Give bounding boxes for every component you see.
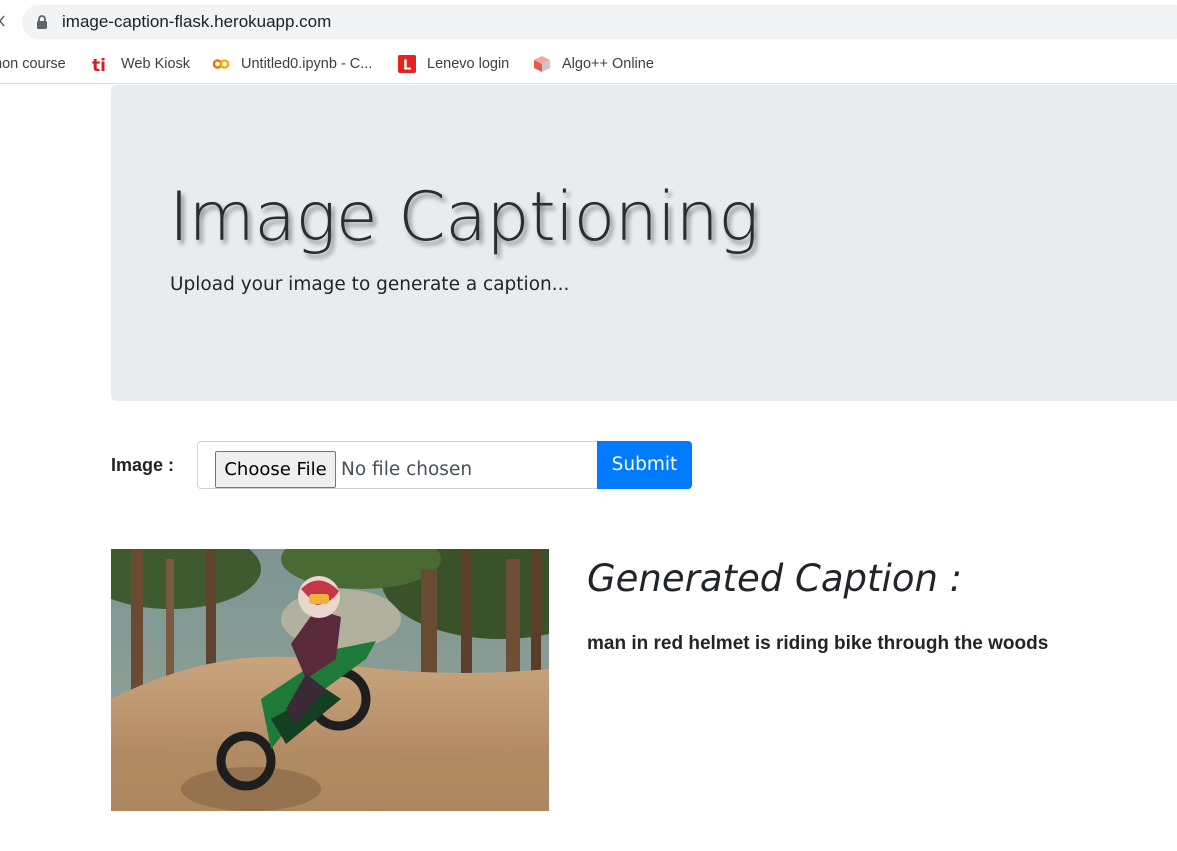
algo-cube-icon: [534, 56, 550, 72]
caption-heading: Generated Caption :: [587, 557, 963, 600]
l-logo-icon: L: [398, 55, 416, 73]
page-subtitle: Upload your image to generate a caption.…: [170, 274, 570, 295]
url-text[interactable]: image-caption-flask.herokuapp.com: [62, 5, 331, 39]
page-title: Image Captioning: [169, 178, 759, 257]
bookmark-web-kiosk[interactable]: ti Web Kiosk: [92, 44, 190, 84]
bookmark-course[interactable]: non course: [0, 44, 66, 84]
bookmark-lenevo-login[interactable]: L Lenevo login: [398, 44, 509, 84]
colab-icon: [212, 59, 230, 69]
generated-caption: man in red helmet is riding bike through…: [587, 633, 1049, 654]
header-jumbotron: Image Captioning Upload your image to ge…: [111, 85, 1177, 401]
browser-address-bar: image-caption-flask.herokuapp.com: [0, 0, 1177, 44]
lock-icon[interactable]: [36, 15, 48, 29]
ti-logo-icon: ti: [92, 56, 106, 73]
submit-button[interactable]: Submit: [597, 441, 692, 489]
file-input[interactable]: Choose File No file chosen: [197, 441, 599, 489]
svg-text:ti: ti: [92, 56, 106, 73]
bookmark-colab[interactable]: Untitled0.ipynb - C...: [212, 44, 372, 84]
bookmark-label: Algo++ Online: [562, 56, 654, 72]
file-status-text: No file chosen: [341, 459, 473, 480]
bookmark-algo-online[interactable]: Algo++ Online: [533, 44, 654, 84]
bookmark-label: Web Kiosk: [121, 56, 191, 72]
uploaded-photo: [111, 549, 549, 811]
bookmark-label: non course: [0, 56, 66, 72]
upload-form: Image : Choose File No file chosen Submi…: [111, 441, 711, 489]
back-arrow-icon[interactable]: [0, 15, 5, 27]
omnibox[interactable]: image-caption-flask.herokuapp.com: [22, 5, 1177, 39]
choose-file-button[interactable]: Choose File: [215, 451, 336, 488]
svg-text:L: L: [403, 59, 411, 74]
image-field-label: Image :: [111, 455, 175, 475]
bookmark-label: Lenevo login: [427, 56, 510, 72]
bookmark-label: Untitled0.ipynb - C...: [241, 56, 373, 72]
bookmarks-bar: non course ti Web Kiosk Untitled0.ipynb …: [0, 44, 1177, 84]
